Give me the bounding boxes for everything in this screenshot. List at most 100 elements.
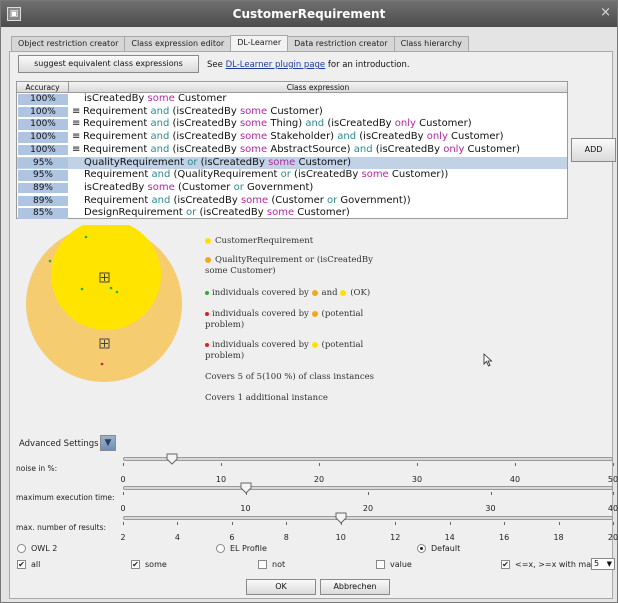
not-checkbox[interactable] — [258, 560, 267, 569]
keyword-and: and — [150, 118, 170, 130]
keyword-or: or — [187, 156, 198, 168]
expression-token: (isCreatedBy — [197, 156, 269, 168]
slider-tick-label: 20 — [313, 475, 325, 484]
expression-token: Customer) — [464, 143, 521, 155]
max-time-slider[interactable] — [123, 486, 613, 490]
suggestions-table[interactable]: Accuracy Class expression 100% isCreatedB… — [16, 81, 568, 219]
expression-cell: isCreatedBy some (Customer or Government… — [84, 182, 313, 195]
table-row[interactable]: 89% Requirement and (isCreatedBy some (Cu… — [17, 195, 567, 208]
slider-tick-label: 40 — [607, 504, 618, 513]
table-row[interactable]: 95% Requirement and (QualityRequirement o… — [17, 169, 567, 182]
some-option[interactable]: ✔ some — [131, 560, 167, 569]
keyword-only: only — [426, 131, 448, 143]
advanced-settings-toggle[interactable]: ▼ — [100, 435, 116, 451]
noise-slider-thumb[interactable] — [166, 453, 178, 465]
owl2-radio[interactable] — [17, 544, 26, 553]
default-profile-label: Default — [431, 544, 461, 553]
tab-data-restriction-creator[interactable]: Data restriction creator — [287, 36, 395, 52]
cardinality-max-select[interactable]: 5 ▼ — [591, 558, 615, 570]
table-row[interactable]: 100% isCreatedBy some Customer — [17, 93, 567, 106]
close-icon[interactable]: × — [600, 5, 611, 20]
default-profile-option[interactable]: Default — [417, 544, 460, 553]
cardinality-label: <=x, >=x with max.: — [515, 560, 602, 569]
slider-tick — [395, 522, 397, 525]
expression-token: (QualityRequirement — [170, 169, 281, 181]
cancel-button[interactable]: Abbrechen — [320, 579, 390, 595]
expression-token: Customer) — [295, 156, 351, 168]
individual-ok-dot — [80, 287, 84, 291]
slider-tick-label: 0 — [120, 504, 126, 513]
expression-token: isCreatedBy — [84, 93, 148, 104]
tab-class-hierarchy[interactable]: Class hierarchy — [393, 36, 469, 52]
expression-cell: Requirement and (isCreatedBy some Abstra… — [83, 144, 520, 157]
slider-tick — [613, 463, 614, 466]
noise-slider[interactable] — [123, 457, 613, 461]
slider-tick — [417, 463, 418, 466]
expression-cell: Requirement and (isCreatedBy some Stakeh… — [83, 131, 504, 144]
suggest-button[interactable]: suggest equivalent class expressions — [18, 55, 199, 73]
slider-tick — [515, 463, 516, 466]
tab-strip: Object restriction creator Class express… — [11, 35, 469, 52]
all-option[interactable]: ✔ all — [17, 560, 40, 569]
keyword-and: and — [150, 105, 170, 117]
expression-token: (isCreatedBy — [169, 105, 240, 117]
keyword-and: and — [151, 169, 171, 181]
cardinality-option[interactable]: ✔ <=x, >=x with max.: — [501, 560, 601, 569]
suggestion-swatch — [311, 289, 318, 296]
slider-tick — [319, 463, 320, 466]
expression-token: (isCreatedBy — [196, 207, 267, 219]
value-checkbox[interactable] — [376, 560, 385, 569]
class-swatch — [311, 341, 318, 348]
plugin-page-link[interactable]: DL-Learner plugin page — [226, 60, 326, 70]
table-row[interactable]: 100% ≡ Requirement and (isCreatedBy some C… — [17, 106, 567, 119]
all-label: all — [31, 560, 41, 569]
table-row[interactable]: 100% ≡ Requirement and (isCreatedBy some S… — [17, 131, 567, 144]
table-row[interactable]: 100% ≡ Requirement and (isCreatedBy some T… — [17, 118, 567, 131]
expression-cell: Requirement and (isCreatedBy some (Custo… — [84, 195, 411, 208]
table-row[interactable]: 95% QualityRequirement or (isCreatedBy so… — [17, 156, 567, 170]
expression-token: Stakeholder) — [267, 131, 338, 143]
individual-ok-dot — [84, 235, 88, 239]
ok-button[interactable]: OK — [246, 579, 316, 595]
table-row[interactable]: 89% isCreatedBy some (Customer or Governm… — [17, 182, 567, 195]
tab-object-restriction-creator[interactable]: Object restriction creator — [11, 36, 126, 52]
table-row[interactable]: 85% DesignRequirement or (isCreatedBy som… — [17, 207, 567, 220]
expression-token: Government) — [243, 181, 314, 193]
value-option[interactable]: value — [376, 560, 412, 569]
expression-column-header[interactable]: Class expression — [69, 82, 567, 93]
suggestion-swatch — [311, 310, 318, 317]
el-profile-radio[interactable] — [216, 544, 225, 553]
slider-tick-label: 30 — [411, 475, 423, 484]
owl2-option[interactable]: OWL 2 — [17, 544, 57, 553]
slider-tick — [177, 522, 179, 525]
legend-ok-text: individuals covered by — [212, 288, 309, 298]
accuracy-cell: 95% — [18, 157, 68, 168]
expression-token: AbstractSource) — [267, 143, 354, 155]
slider-tick — [558, 522, 560, 525]
el-profile-option[interactable]: EL Profile — [216, 544, 267, 553]
legend-suggestion-label: QualityRequirement or (isCreatedBy some … — [205, 255, 373, 276]
table-row[interactable]: 100% ≡ Requirement and (isCreatedBy some A… — [17, 144, 567, 157]
add-button[interactable]: ADD — [571, 138, 616, 162]
tab-class-expression-editor[interactable]: Class expression editor — [124, 36, 232, 52]
max-results-slider[interactable] — [123, 516, 613, 520]
chevron-down-icon[interactable]: ▼ — [607, 559, 612, 569]
expression-token: Customer) — [267, 105, 323, 117]
expression-token: Government)) — [337, 194, 411, 206]
default-profile-radio[interactable] — [417, 544, 426, 553]
not-option[interactable]: not — [258, 560, 285, 569]
keyword-some: some — [239, 143, 268, 155]
all-checkbox[interactable]: ✔ — [17, 560, 26, 569]
some-checkbox[interactable]: ✔ — [131, 560, 140, 569]
title-bar[interactable]: ▣ CustomerRequirement × — [1, 1, 617, 27]
coverage-venn-diagram — [26, 225, 182, 382]
expression-cell: Requirement and (isCreatedBy some Thing)… — [83, 118, 472, 131]
keyword-or: or — [233, 181, 244, 193]
slider-tick — [221, 463, 222, 466]
cardinality-checkbox[interactable]: ✔ — [501, 560, 510, 569]
tab-dl-learner[interactable]: DL-Learner — [230, 35, 289, 52]
accuracy-column-header[interactable]: Accuracy — [17, 82, 69, 93]
equivalent-icon: ≡ — [72, 143, 81, 155]
slider-tick-label: 18 — [553, 533, 564, 542]
noise-label: noise in %: — [16, 464, 58, 473]
